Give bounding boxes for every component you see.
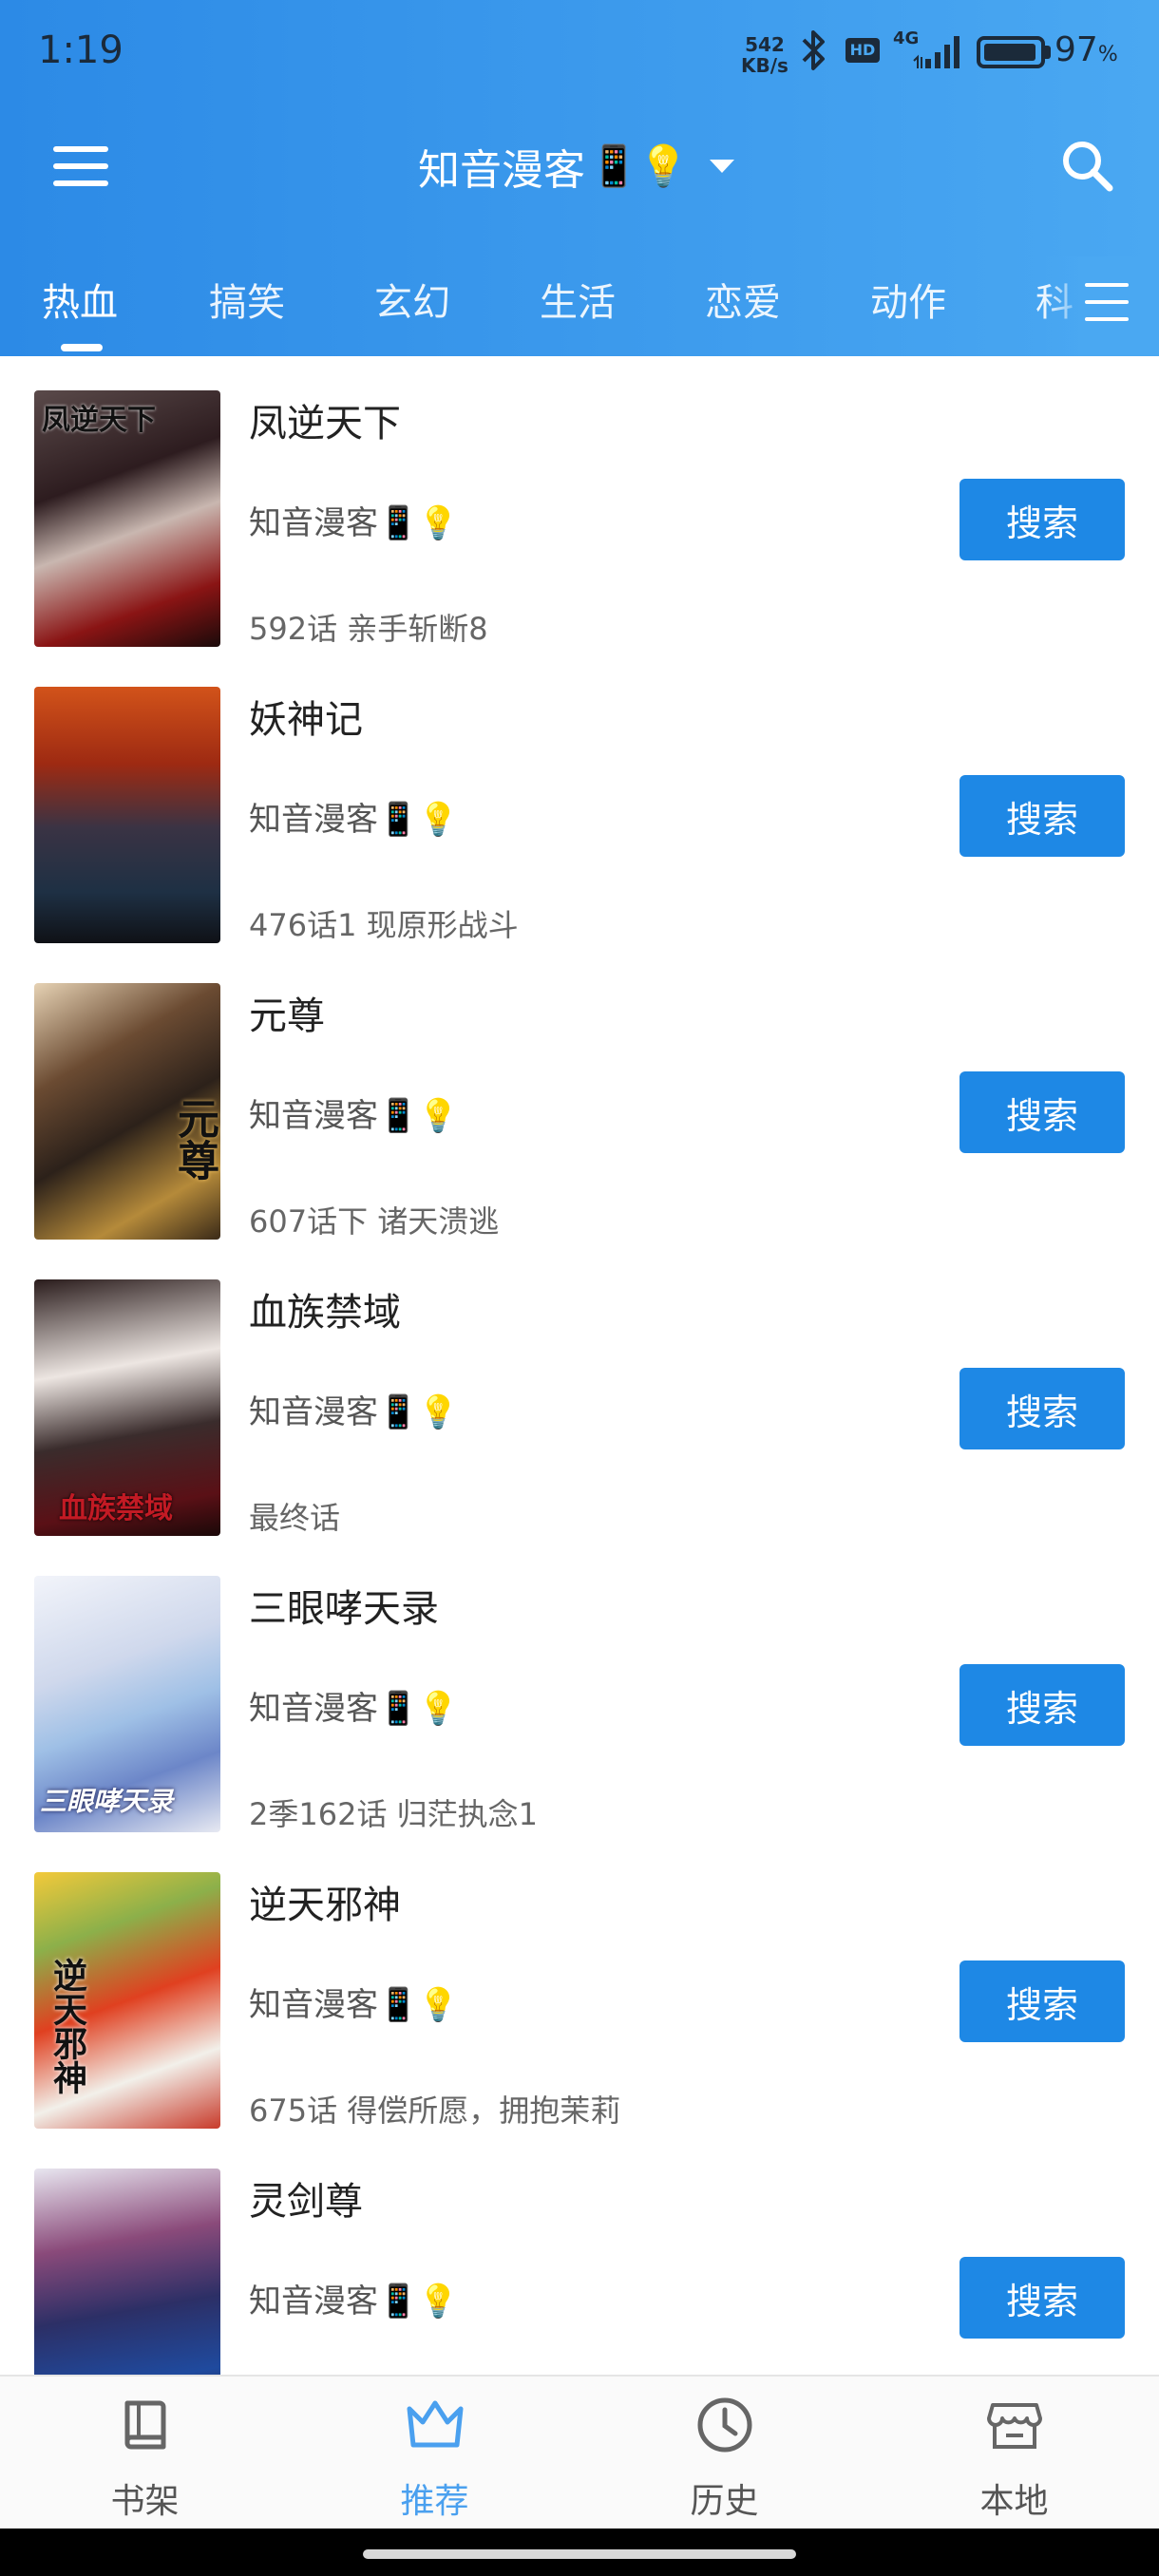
cover-image — [34, 687, 220, 943]
book-icon — [124, 2400, 166, 2450]
bottom-navigation: 书架 推荐 历史 本地 — [0, 2375, 1159, 2529]
list-icon-line — [1085, 317, 1129, 321]
status-bar: 1:19 542 KB/s HD 4G 97% — [0, 0, 1159, 104]
nav-recommend[interactable]: 推荐 — [290, 2377, 580, 2530]
cover-image: 血族禁域 — [34, 1279, 220, 1536]
cover-title: 血族禁域 — [59, 1492, 173, 1525]
source-title-emoji: 📱💡 — [589, 142, 689, 189]
comic-source: 知音漫客📱💡 — [249, 1097, 459, 1135]
network-speed: 542 KB/s — [741, 34, 788, 76]
latest-chapter: 最终话 — [249, 1500, 341, 1536]
list-item[interactable]: 逆天邪神 逆天邪神 知音漫客📱💡 675话 得偿所愿，拥抱茉莉 搜索 — [0, 1838, 1159, 2134]
search-button[interactable]: 搜索 — [960, 1960, 1125, 2042]
search-button[interactable]: 搜索 — [960, 2257, 1125, 2339]
search-button[interactable]: 搜索 — [960, 775, 1125, 857]
list-item[interactable]: 妖神记 知音漫客📱💡 476话1 现原形战斗 搜索 — [0, 653, 1159, 949]
cover-image: 凤逆天下 — [34, 390, 220, 647]
battery-percent: 97% — [1054, 30, 1118, 69]
crown-icon — [407, 2400, 464, 2448]
comic-title: 逆天邪神 — [249, 1884, 401, 1927]
source-selector[interactable]: 知音漫客 📱💡 — [418, 133, 734, 199]
cover-title: 逆天邪神 — [48, 1958, 86, 2094]
source-title: 知音漫客 — [418, 146, 585, 195]
tab-more-button[interactable] — [1085, 279, 1132, 327]
clock-icon — [697, 2397, 752, 2453]
gesture-area — [0, 2529, 1159, 2576]
status-time: 1:19 — [38, 28, 124, 72]
tab-comedy[interactable]: 搞笑 — [209, 272, 285, 327]
store-icon — [987, 2403, 1042, 2449]
battery-icon — [977, 36, 1045, 68]
cover-title: 三眼哮天录 — [40, 1786, 174, 1817]
list-item[interactable]: 元尊 元尊 知音漫客📱💡 607话下 诸天溃逃 搜索 — [0, 949, 1159, 1245]
menu-icon-line — [53, 180, 108, 186]
latest-chapter: 607话下 诸天溃逃 — [249, 1203, 500, 1240]
tab-life[interactable]: 生活 — [540, 272, 616, 327]
list-item[interactable]: 凤逆天下 凤逆天下 知音漫客📱💡 592话 亲手斩断8 搜索 — [0, 356, 1159, 653]
cover-image — [34, 2169, 220, 2375]
bluetooth-icon — [802, 30, 825, 70]
nav-label: 历史 — [690, 2482, 759, 2521]
tab-action[interactable]: 动作 — [870, 272, 946, 327]
network-speed-value: 542 — [745, 33, 785, 56]
nav-local[interactable]: 本地 — [869, 2377, 1159, 2530]
list-icon — [1085, 283, 1129, 287]
comic-title: 凤逆天下 — [249, 402, 401, 445]
tab-indicator — [61, 344, 103, 351]
nav-bookshelf[interactable]: 书架 — [0, 2377, 290, 2530]
list-icon-line — [1085, 300, 1129, 304]
header: 1:19 542 KB/s HD 4G 97% 知音漫客 📱💡 热血 搞笑 玄幻… — [0, 0, 1159, 356]
nav-label: 推荐 — [400, 2482, 469, 2521]
comic-title: 妖神记 — [249, 698, 363, 742]
comic-source: 知音漫客📱💡 — [249, 1393, 459, 1431]
search-button[interactable]: 搜索 — [960, 1071, 1125, 1153]
list-item[interactable]: 血族禁域 血族禁域 知音漫客📱💡 最终话 搜索 — [0, 1245, 1159, 1542]
comic-source: 知音漫客📱💡 — [249, 1986, 459, 2024]
nav-history[interactable]: 历史 — [580, 2377, 869, 2530]
comic-source: 知音漫客📱💡 — [249, 504, 459, 542]
comic-title: 灵剑尊 — [249, 2180, 363, 2224]
dropdown-caret-icon — [709, 160, 734, 173]
comic-source: 知音漫客📱💡 — [249, 1690, 459, 1728]
signal-icon — [913, 36, 960, 68]
latest-chapter: 476话1 现原形战斗 — [249, 907, 519, 943]
home-gesture-bar[interactable] — [363, 2549, 796, 2559]
search-button[interactable]: 搜索 — [960, 1368, 1125, 1449]
search-button[interactable] — [1054, 133, 1121, 199]
search-button[interactable]: 搜索 — [960, 1664, 1125, 1746]
tab-hot-blood[interactable]: 热血 — [42, 272, 118, 327]
tab-fantasy[interactable]: 玄幻 — [374, 272, 450, 327]
cover-image: 元尊 — [34, 983, 220, 1240]
search-button[interactable]: 搜索 — [960, 479, 1125, 560]
hd-voice-icon: HD — [846, 38, 880, 63]
comic-source: 知音漫客📱💡 — [249, 801, 459, 839]
list-item[interactable]: 灵剑尊 知音漫客📱💡 搜索 — [0, 2134, 1159, 2375]
nav-label: 本地 — [979, 2482, 1049, 2521]
comic-source: 知音漫客📱💡 — [249, 2282, 459, 2320]
app-bar: 知音漫客 📱💡 — [0, 104, 1159, 218]
latest-chapter: 675话 得偿所愿，拥抱茉莉 — [249, 2093, 621, 2129]
comic-title: 血族禁域 — [249, 1291, 401, 1335]
category-tabs: 热血 搞笑 玄幻 生活 恋爱 动作 科 — [0, 256, 1159, 356]
cover-image: 逆天邪神 — [34, 1872, 220, 2129]
latest-chapter: 2季162话 归茫执念1 — [249, 1796, 538, 1832]
cover-title: 元尊 — [170, 1097, 218, 1181]
comic-title: 三眼哮天录 — [249, 1587, 439, 1631]
battery-tip — [1045, 46, 1051, 59]
list-item[interactable]: 三眼哮天录 三眼哮天录 知音漫客📱💡 2季162话 归茫执念1 搜索 — [0, 1542, 1159, 1838]
menu-button[interactable] — [38, 133, 124, 199]
menu-icon — [53, 146, 108, 152]
cover-title: 凤逆天下 — [42, 404, 156, 437]
tab-romance[interactable]: 恋爱 — [705, 272, 781, 327]
comic-title: 元尊 — [249, 994, 325, 1038]
search-icon — [1063, 142, 1113, 192]
latest-chapter: 592话 亲手斩断8 — [249, 611, 488, 647]
nav-label: 书架 — [110, 2482, 180, 2521]
network-speed-unit: KB/s — [741, 54, 788, 77]
comic-list: 凤逆天下 凤逆天下 知音漫客📱💡 592话 亲手斩断8 搜索 妖神记 知音漫客📱… — [0, 356, 1159, 2375]
cover-image: 三眼哮天录 — [34, 1576, 220, 1832]
menu-icon-line — [53, 163, 108, 169]
